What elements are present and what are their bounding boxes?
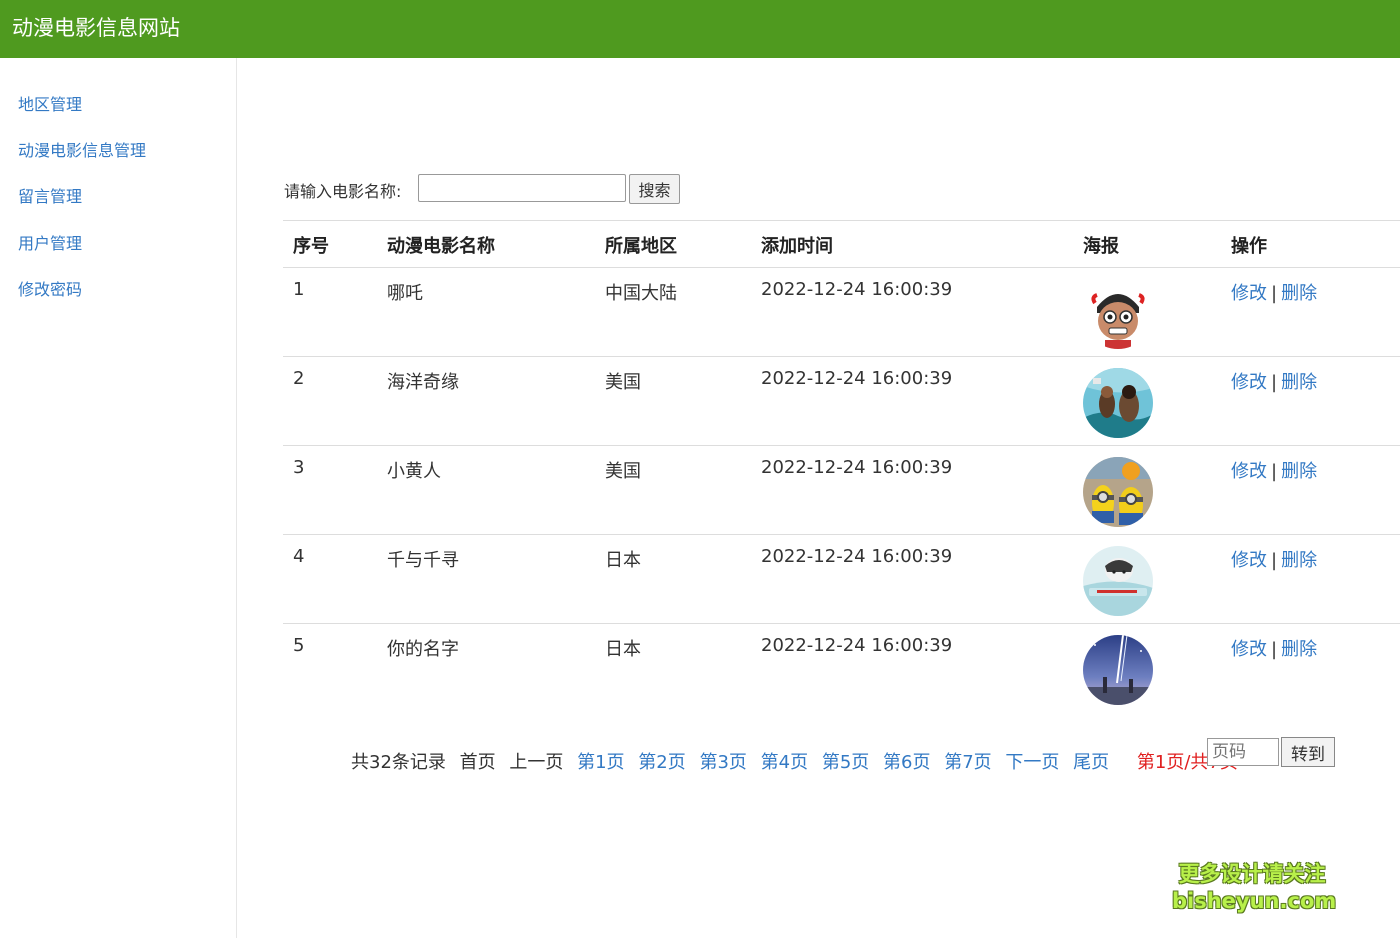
search-label: 请输入电影名称:	[284, 182, 402, 201]
column-header-name: 动漫电影名称	[387, 236, 495, 257]
row-index: 2	[293, 368, 305, 389]
row-name: 哪吒	[387, 283, 423, 304]
sidebar-item-region[interactable]: 地区管理	[18, 94, 82, 116]
sidebar: 地区管理 动漫电影信息管理 留言管理 用户管理 修改密码	[0, 58, 237, 938]
pager-total: 共32条记录	[351, 752, 446, 773]
row-actions: 修改 | 删除	[1231, 635, 1317, 661]
row-actions: 修改 | 删除	[1231, 279, 1317, 305]
row-name: 海洋奇缘	[387, 372, 459, 393]
row-index: 5	[293, 635, 305, 656]
edit-link[interactable]: 修改	[1231, 550, 1267, 571]
table-row: 2 海洋奇缘 美国 2022-12-24 16:00:39 修改 | 删除	[283, 357, 1400, 446]
pager-page-6[interactable]: 第6页	[883, 752, 930, 773]
poster-image	[1083, 368, 1153, 438]
row-name: 你的名字	[387, 639, 459, 660]
table-row: 1 哪吒 中国大陆 2022-12-24 16:00:39 修改 | 删除	[283, 268, 1400, 357]
search-button[interactable]: 搜索	[629, 174, 680, 204]
pager-page-2[interactable]: 第2页	[638, 752, 685, 773]
watermark-line2: bisheyun.com	[1172, 889, 1337, 913]
watermark-line1: 更多设计请关注	[1178, 862, 1326, 886]
page-number-input[interactable]	[1207, 738, 1279, 766]
search-input[interactable]	[418, 174, 626, 202]
row-name: 小黄人	[387, 461, 441, 482]
row-actions: 修改 | 删除	[1231, 546, 1317, 572]
table-row: 4 千与千寻 日本 2022-12-24 16:00:39 修改 | 删除	[283, 535, 1400, 624]
site-title: 动漫电影信息网站	[12, 16, 180, 40]
row-time: 2022-12-24 16:00:39	[761, 546, 953, 567]
poster-image	[1083, 546, 1153, 616]
row-region: 美国	[605, 461, 641, 482]
watermark: 更多设计请关注 bisheyun.com	[1172, 860, 1337, 914]
row-region: 美国	[605, 372, 641, 393]
pager-first: 首页	[459, 752, 496, 773]
row-time: 2022-12-24 16:00:39	[761, 279, 953, 300]
delete-link[interactable]: 删除	[1281, 461, 1317, 482]
action-separator: |	[1271, 550, 1278, 571]
row-region: 中国大陆	[605, 283, 677, 304]
row-name: 千与千寻	[387, 550, 459, 571]
table-header: 序号 动漫电影名称 所属地区 添加时间 海报 操作	[283, 221, 1400, 268]
column-header-index: 序号	[293, 236, 329, 257]
edit-link[interactable]: 修改	[1231, 372, 1267, 393]
row-time: 2022-12-24 16:00:39	[761, 368, 953, 389]
table-row: 5 你的名字 日本 2022-12-24 16:00:39 修改 | 删除	[283, 624, 1400, 712]
top-header: 动漫电影信息网站	[0, 0, 1400, 58]
pager-prev: 上一页	[509, 752, 564, 773]
pagination: 共32条记录 首页 上一页 第1页 第2页 第3页 第4页 第5页 第6页 第7…	[351, 748, 1246, 778]
row-actions: 修改 | 删除	[1231, 368, 1317, 394]
row-index: 3	[293, 457, 305, 478]
action-separator: |	[1271, 372, 1278, 393]
row-actions: 修改 | 删除	[1231, 457, 1317, 483]
edit-link[interactable]: 修改	[1231, 639, 1267, 660]
delete-link[interactable]: 删除	[1281, 639, 1317, 660]
pager-page-7[interactable]: 第7页	[944, 752, 991, 773]
sidebar-item-message[interactable]: 留言管理	[18, 186, 82, 208]
column-header-region: 所属地区	[605, 236, 677, 257]
row-region: 日本	[605, 639, 641, 660]
pager-page-1[interactable]: 第1页	[577, 752, 624, 773]
edit-link[interactable]: 修改	[1231, 461, 1267, 482]
row-time: 2022-12-24 16:00:39	[761, 635, 953, 656]
pager-next[interactable]: 下一页	[1005, 752, 1059, 773]
column-header-poster: 海报	[1083, 236, 1119, 257]
pager-last[interactable]: 尾页	[1073, 752, 1109, 773]
action-separator: |	[1271, 283, 1278, 304]
delete-link[interactable]: 删除	[1281, 550, 1317, 571]
sidebar-item-movie[interactable]: 动漫电影信息管理	[18, 140, 146, 162]
poster-image	[1083, 635, 1153, 705]
action-separator: |	[1271, 461, 1278, 482]
delete-link[interactable]: 删除	[1281, 283, 1317, 304]
pager-page-3[interactable]: 第3页	[699, 752, 746, 773]
go-to-page-button[interactable]: 转到	[1281, 737, 1335, 767]
poster-image	[1083, 279, 1153, 349]
delete-link[interactable]: 删除	[1281, 372, 1317, 393]
row-region: 日本	[605, 550, 641, 571]
column-header-time: 添加时间	[761, 236, 833, 257]
poster-image	[1083, 457, 1153, 527]
pager-page-4[interactable]: 第4页	[761, 752, 808, 773]
table-row: 3 小黄人 美国 2022-12-24 16:00:39 修改 | 删除	[283, 446, 1400, 535]
row-time: 2022-12-24 16:00:39	[761, 457, 953, 478]
sidebar-item-password[interactable]: 修改密码	[18, 279, 82, 301]
row-index: 1	[293, 279, 305, 300]
sidebar-item-user[interactable]: 用户管理	[18, 233, 82, 255]
pager-page-5[interactable]: 第5页	[822, 752, 869, 773]
action-separator: |	[1271, 639, 1278, 660]
column-header-actions: 操作	[1231, 236, 1267, 257]
movie-table: 序号 动漫电影名称 所属地区 添加时间 海报 操作 1 哪吒 中国大陆 2022…	[283, 220, 1400, 712]
row-index: 4	[293, 546, 305, 567]
edit-link[interactable]: 修改	[1231, 283, 1267, 304]
